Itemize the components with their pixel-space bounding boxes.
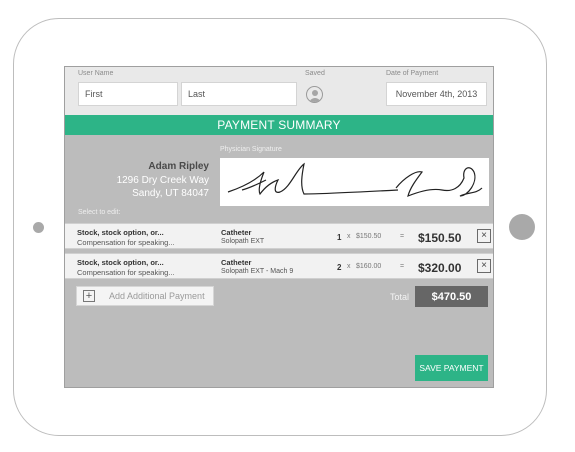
row-quantity: 1 <box>337 233 342 242</box>
saved-label: Saved <box>305 70 325 77</box>
select-to-edit-label: Select to edit: <box>78 209 121 216</box>
home-button[interactable] <box>509 214 535 240</box>
row-quantity: 2 <box>337 263 342 272</box>
row-product-detail: Solopath EXT - Mach 9 <box>221 268 294 275</box>
row-times-sign: x <box>347 233 351 240</box>
payment-summary-banner: PAYMENT SUMMARY <box>65 115 493 135</box>
row-subdescription: Compensation for speaking... <box>77 238 175 247</box>
total-amount: $470.50 <box>415 286 488 307</box>
payee-address-line2: Sandy, UT 84047 <box>132 188 209 199</box>
payee-name: Adam Ripley <box>148 161 209 172</box>
add-payment-button[interactable]: + Add Additional Payment <box>76 286 214 306</box>
last-name-field[interactable]: Last <box>181 82 297 106</box>
total-label: Total <box>390 292 410 302</box>
first-name-field[interactable]: First <box>78 82 178 106</box>
add-payment-label: Add Additional Payment <box>109 291 205 301</box>
user-name-label: User Name <box>78 70 114 77</box>
row-equals-sign: = <box>400 233 405 240</box>
row-unit-price: $150.50 <box>356 233 382 240</box>
date-field[interactable]: November 4th, 2013 <box>386 82 487 106</box>
save-payment-button[interactable]: SAVE PAYMENT <box>415 355 488 381</box>
app-screen: User Name First Last Saved Date of Payme… <box>64 66 494 388</box>
signature-label: Physician Signature <box>220 146 282 153</box>
close-icon[interactable]: × <box>477 229 491 243</box>
plus-icon: + <box>83 290 95 302</box>
row-description: Stock, stock option, or... <box>77 258 164 267</box>
row-product: Catheter <box>221 228 252 237</box>
row-total: $320.00 <box>418 261 462 275</box>
date-label: Date of Payment <box>386 70 439 77</box>
payee-address-line1: 1296 Dry Creek Way <box>116 175 209 186</box>
user-info-bar: User Name First Last Saved Date of Payme… <box>65 67 493 115</box>
user-avatar-icon[interactable] <box>306 86 323 103</box>
close-icon[interactable]: × <box>477 259 491 273</box>
row-product-detail: Solopath EXT <box>221 238 265 245</box>
row-total: $150.50 <box>418 231 462 245</box>
row-times-sign: x <box>347 263 351 270</box>
signature-pad[interactable] <box>220 158 489 206</box>
camera-dot <box>33 222 44 233</box>
row-description: Stock, stock option, or... <box>77 228 164 237</box>
row-equals-sign: = <box>400 263 405 270</box>
row-subdescription: Compensation for speaking... <box>77 268 175 277</box>
signature-drawing <box>227 162 483 197</box>
row-unit-price: $160.00 <box>356 263 382 270</box>
payment-row[interactable]: Stock, stock option, or... Compensation … <box>65 253 493 279</box>
row-product: Catheter <box>221 258 252 267</box>
payment-row[interactable]: Stock, stock option, or... Compensation … <box>65 223 493 249</box>
